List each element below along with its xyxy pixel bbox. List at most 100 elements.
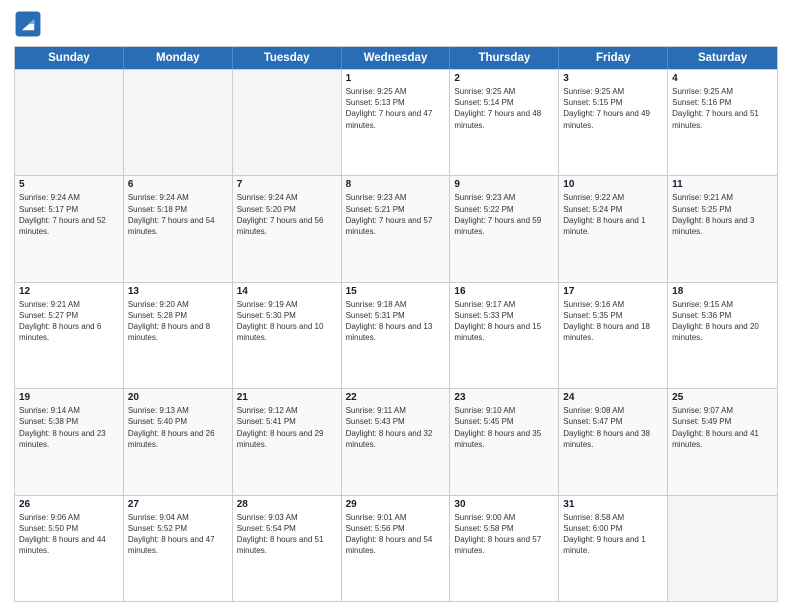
day-info-14: Sunrise: 9:19 AM Sunset: 5:30 PM Dayligh…: [237, 299, 337, 344]
day-info-8: Sunrise: 9:23 AM Sunset: 5:21 PM Dayligh…: [346, 192, 446, 237]
calendar-row-2: 12 Sunrise: 9:21 AM Sunset: 5:27 PM Dayli…: [15, 282, 777, 388]
day-cell-31: 31Sunrise: 8:58 AM Sunset: 6:00 PM Dayli…: [559, 496, 668, 601]
day-number-18: 18: [672, 286, 773, 297]
header-day-sunday: Sunday: [15, 47, 124, 69]
day-number-27: 27: [128, 499, 228, 510]
day-number-24: 24: [563, 392, 663, 403]
header-day-monday: Monday: [124, 47, 233, 69]
day-info-11: Sunrise: 9:21 AM Sunset: 5:25 PM Dayligh…: [672, 192, 773, 237]
main-container: SundayMondayTuesdayWednesdayThursdayFrid…: [0, 0, 792, 612]
day-info-4: Sunrise: 9:25 AM Sunset: 5:16 PM Dayligh…: [672, 86, 773, 131]
day-cell-11: 11 Sunrise: 9:21 AM Sunset: 5:25 PM Dayli…: [668, 176, 777, 281]
day-number-16: 16: [454, 286, 554, 297]
day-cell-7: 7 Sunrise: 9:24 AM Sunset: 5:20 PM Daylig…: [233, 176, 342, 281]
day-cell-13: 13Sunrise: 9:20 AM Sunset: 5:28 PM Dayli…: [124, 283, 233, 388]
day-cell-6: 6 Sunrise: 9:24 AM Sunset: 5:18 PM Daylig…: [124, 176, 233, 281]
day-cell-5: 5 Sunrise: 9:24 AM Sunset: 5:17 PM Daylig…: [15, 176, 124, 281]
calendar-row-3: 19 Sunrise: 9:14 AM Sunset: 5:38 PM Dayli…: [15, 388, 777, 494]
day-info-5: Sunrise: 9:24 AM Sunset: 5:17 PM Dayligh…: [19, 192, 119, 237]
day-cell-24: 24 Sunrise: 9:08 AM Sunset: 5:47 PM Dayli…: [559, 389, 668, 494]
day-number-12: 12: [19, 286, 119, 297]
day-number-20: 20: [128, 392, 228, 403]
day-cell-29: 29Sunrise: 9:01 AM Sunset: 5:56 PM Dayli…: [342, 496, 451, 601]
day-info-18: Sunrise: 9:15 AM Sunset: 5:36 PM Dayligh…: [672, 299, 773, 344]
day-cell-25: 25 Sunrise: 9:07 AM Sunset: 5:49 PM Dayli…: [668, 389, 777, 494]
day-info-12: Sunrise: 9:21 AM Sunset: 5:27 PM Dayligh…: [19, 299, 119, 344]
day-info-6: Sunrise: 9:24 AM Sunset: 5:18 PM Dayligh…: [128, 192, 228, 237]
empty-cell-0-2: [233, 70, 342, 175]
calendar: SundayMondayTuesdayWednesdayThursdayFrid…: [14, 46, 778, 602]
day-cell-27: 27 Sunrise: 9:04 AM Sunset: 5:52 PM Dayli…: [124, 496, 233, 601]
day-cell-28: 28Sunrise: 9:03 AM Sunset: 5:54 PM Dayli…: [233, 496, 342, 601]
day-number-25: 25: [672, 392, 773, 403]
day-cell-18: 18 Sunrise: 9:15 AM Sunset: 5:36 PM Dayli…: [668, 283, 777, 388]
day-info-26: Sunrise: 9:06 AM Sunset: 5:50 PM Dayligh…: [19, 512, 119, 557]
day-cell-3: 3 Sunrise: 9:25 AM Sunset: 5:15 PM Daylig…: [559, 70, 668, 175]
day-number-2: 2: [454, 73, 554, 84]
day-number-6: 6: [128, 179, 228, 190]
day-number-5: 5: [19, 179, 119, 190]
day-cell-26: 26Sunrise: 9:06 AM Sunset: 5:50 PM Dayli…: [15, 496, 124, 601]
day-cell-1: 1 Sunrise: 9:25 AM Sunset: 5:13 PM Daylig…: [342, 70, 451, 175]
day-cell-21: 21Sunrise: 9:12 AM Sunset: 5:41 PM Dayli…: [233, 389, 342, 494]
day-info-22: Sunrise: 9:11 AM Sunset: 5:43 PM Dayligh…: [346, 405, 446, 450]
header-day-wednesday: Wednesday: [342, 47, 451, 69]
header-day-saturday: Saturday: [668, 47, 777, 69]
day-cell-16: 16 Sunrise: 9:17 AM Sunset: 5:33 PM Dayli…: [450, 283, 559, 388]
calendar-row-4: 26Sunrise: 9:06 AM Sunset: 5:50 PM Dayli…: [15, 495, 777, 601]
empty-cell-0-0: [15, 70, 124, 175]
day-number-14: 14: [237, 286, 337, 297]
day-number-30: 30: [454, 499, 554, 510]
day-cell-4: 4 Sunrise: 9:25 AM Sunset: 5:16 PM Daylig…: [668, 70, 777, 175]
day-cell-9: 9 Sunrise: 9:23 AM Sunset: 5:22 PM Daylig…: [450, 176, 559, 281]
day-cell-8: 8Sunrise: 9:23 AM Sunset: 5:21 PM Daylig…: [342, 176, 451, 281]
day-info-27: Sunrise: 9:04 AM Sunset: 5:52 PM Dayligh…: [128, 512, 228, 557]
day-info-29: Sunrise: 9:01 AM Sunset: 5:56 PM Dayligh…: [346, 512, 446, 557]
day-info-20: Sunrise: 9:13 AM Sunset: 5:40 PM Dayligh…: [128, 405, 228, 450]
day-info-3: Sunrise: 9:25 AM Sunset: 5:15 PM Dayligh…: [563, 86, 663, 131]
day-info-16: Sunrise: 9:17 AM Sunset: 5:33 PM Dayligh…: [454, 299, 554, 344]
day-cell-10: 10 Sunrise: 9:22 AM Sunset: 5:24 PM Dayli…: [559, 176, 668, 281]
header-day-friday: Friday: [559, 47, 668, 69]
day-info-19: Sunrise: 9:14 AM Sunset: 5:38 PM Dayligh…: [19, 405, 119, 450]
day-number-1: 1: [346, 73, 446, 84]
day-info-28: Sunrise: 9:03 AM Sunset: 5:54 PM Dayligh…: [237, 512, 337, 557]
day-number-3: 3: [563, 73, 663, 84]
day-number-9: 9: [454, 179, 554, 190]
day-number-21: 21: [237, 392, 337, 403]
day-cell-30: 30 Sunrise: 9:00 AM Sunset: 5:58 PM Dayli…: [450, 496, 559, 601]
day-info-9: Sunrise: 9:23 AM Sunset: 5:22 PM Dayligh…: [454, 192, 554, 237]
logo: [14, 10, 46, 38]
day-number-15: 15: [346, 286, 446, 297]
day-info-25: Sunrise: 9:07 AM Sunset: 5:49 PM Dayligh…: [672, 405, 773, 450]
day-info-30: Sunrise: 9:00 AM Sunset: 5:58 PM Dayligh…: [454, 512, 554, 557]
day-number-19: 19: [19, 392, 119, 403]
day-info-23: Sunrise: 9:10 AM Sunset: 5:45 PM Dayligh…: [454, 405, 554, 450]
day-cell-2: 2 Sunrise: 9:25 AM Sunset: 5:14 PM Daylig…: [450, 70, 559, 175]
day-cell-14: 14 Sunrise: 9:19 AM Sunset: 5:30 PM Dayli…: [233, 283, 342, 388]
day-cell-19: 19 Sunrise: 9:14 AM Sunset: 5:38 PM Dayli…: [15, 389, 124, 494]
day-cell-23: 23 Sunrise: 9:10 AM Sunset: 5:45 PM Dayli…: [450, 389, 559, 494]
logo-icon: [14, 10, 42, 38]
day-info-31: Sunrise: 8:58 AM Sunset: 6:00 PM Dayligh…: [563, 512, 663, 557]
day-cell-15: 15Sunrise: 9:18 AM Sunset: 5:31 PM Dayli…: [342, 283, 451, 388]
day-number-22: 22: [346, 392, 446, 403]
page-header: [14, 10, 778, 38]
day-info-24: Sunrise: 9:08 AM Sunset: 5:47 PM Dayligh…: [563, 405, 663, 450]
day-info-7: Sunrise: 9:24 AM Sunset: 5:20 PM Dayligh…: [237, 192, 337, 237]
calendar-row-0: 1 Sunrise: 9:25 AM Sunset: 5:13 PM Daylig…: [15, 69, 777, 175]
day-number-11: 11: [672, 179, 773, 190]
day-info-2: Sunrise: 9:25 AM Sunset: 5:14 PM Dayligh…: [454, 86, 554, 131]
day-number-13: 13: [128, 286, 228, 297]
day-number-4: 4: [672, 73, 773, 84]
day-info-1: Sunrise: 9:25 AM Sunset: 5:13 PM Dayligh…: [346, 86, 446, 131]
day-cell-12: 12 Sunrise: 9:21 AM Sunset: 5:27 PM Dayli…: [15, 283, 124, 388]
day-number-7: 7: [237, 179, 337, 190]
day-number-23: 23: [454, 392, 554, 403]
day-cell-22: 22 Sunrise: 9:11 AM Sunset: 5:43 PM Dayli…: [342, 389, 451, 494]
calendar-row-1: 5 Sunrise: 9:24 AM Sunset: 5:17 PM Daylig…: [15, 175, 777, 281]
calendar-header: SundayMondayTuesdayWednesdayThursdayFrid…: [15, 47, 777, 69]
day-info-10: Sunrise: 9:22 AM Sunset: 5:24 PM Dayligh…: [563, 192, 663, 237]
day-cell-20: 20 Sunrise: 9:13 AM Sunset: 5:40 PM Dayli…: [124, 389, 233, 494]
day-number-10: 10: [563, 179, 663, 190]
